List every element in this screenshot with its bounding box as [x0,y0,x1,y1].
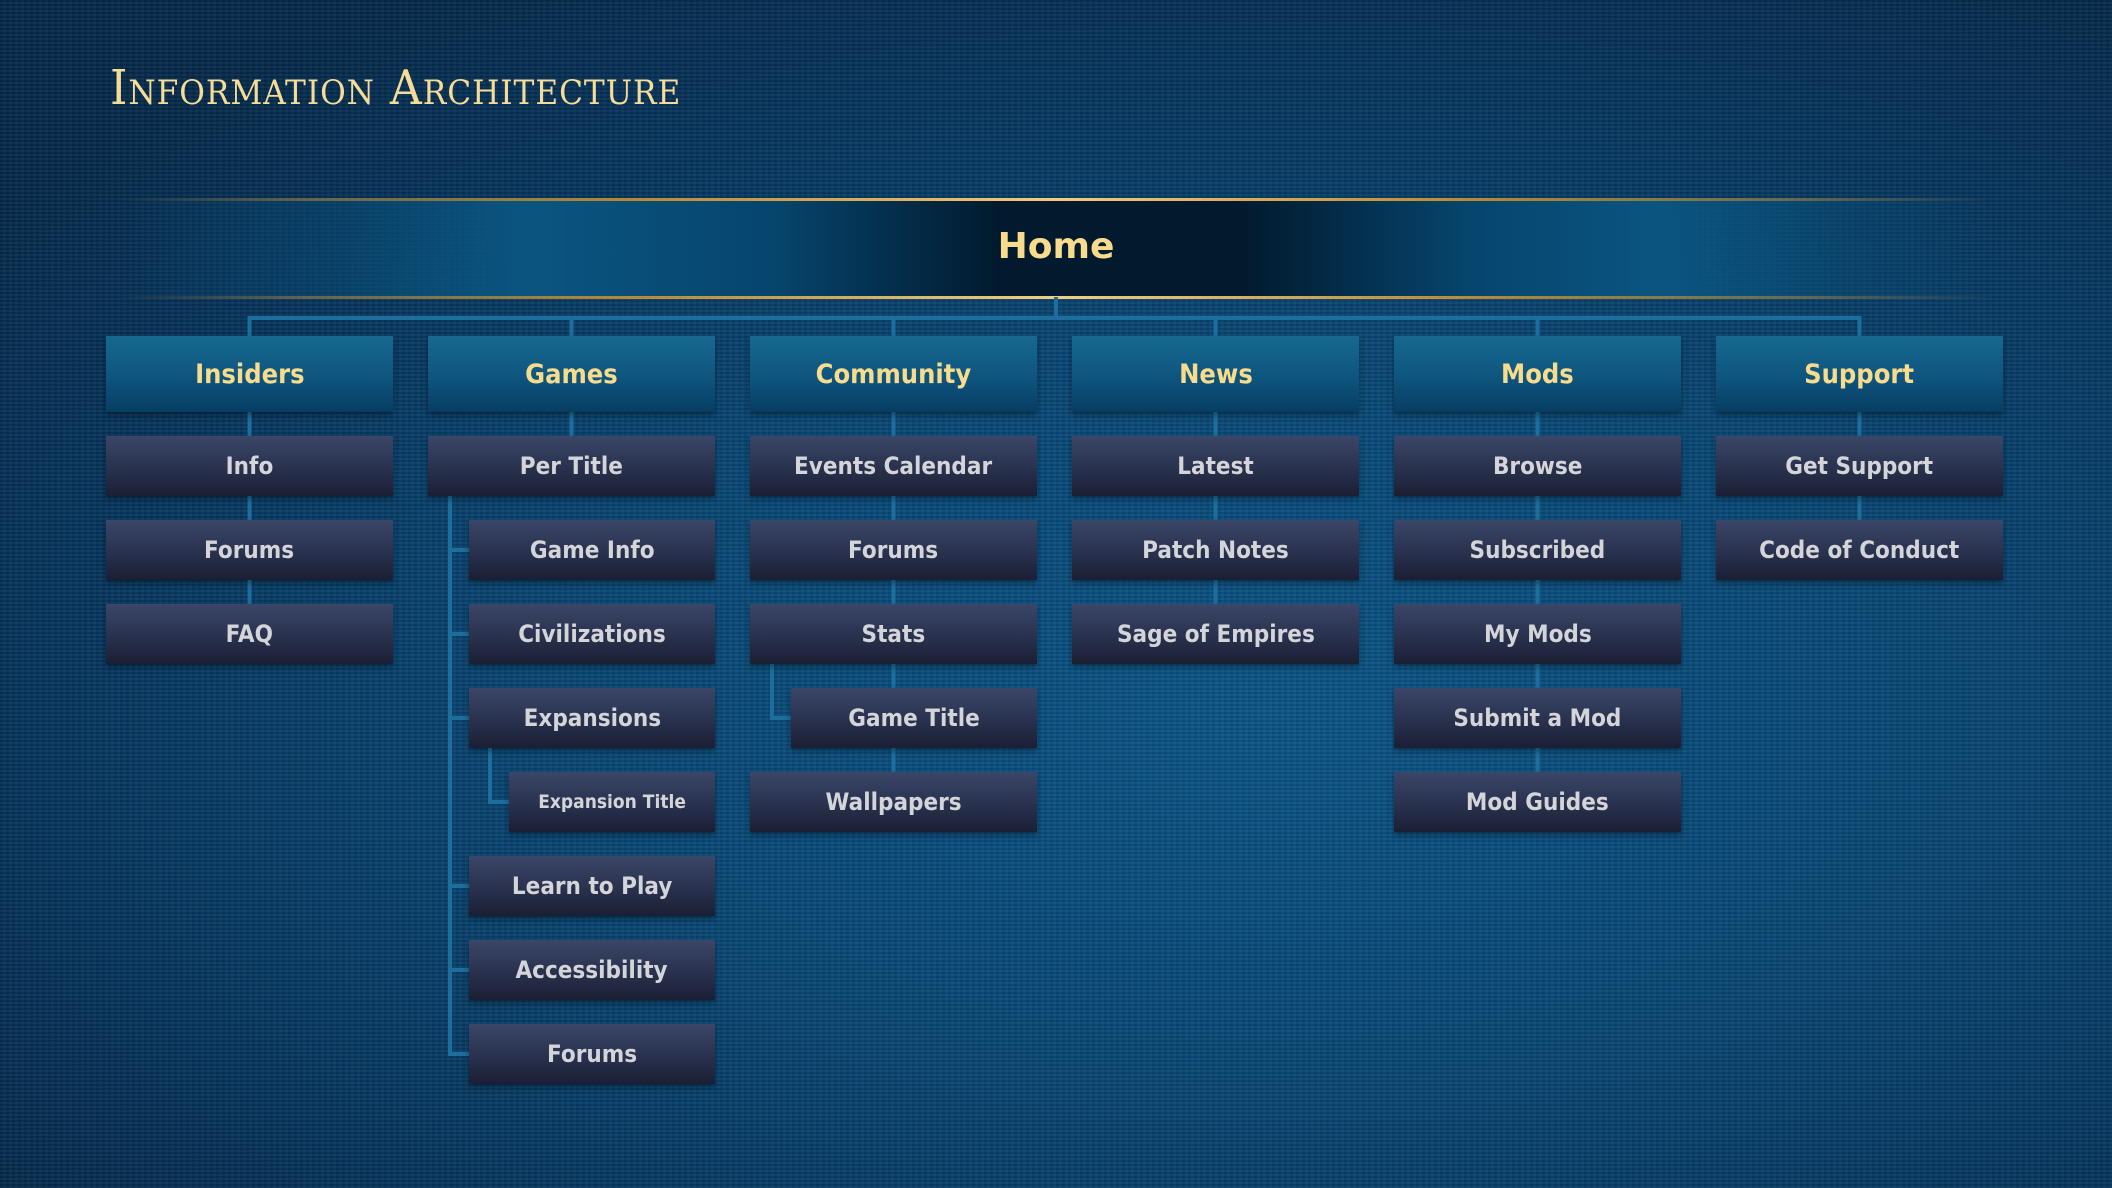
page-node-label: Forums [546,1040,638,1068]
page-node-events-calendar[interactable]: Events Calendar [750,436,1037,496]
page-node-label: Code of Conduct [1759,536,1960,564]
page-node-per-title[interactable]: Per Title [428,436,715,496]
page-node-label: Browse [1492,452,1583,480]
section-mods[interactable]: Mods [1394,336,1681,412]
section-label: Insiders [194,358,305,390]
page-node-label: Submit a Mod [1453,704,1622,732]
page-node-patch-notes[interactable]: Patch Notes [1072,520,1359,580]
page-node-stats[interactable]: Stats [750,604,1037,664]
page-node-label: Info [225,452,274,480]
section-label: Support [1804,358,1915,390]
page-node-label: Get Support [1785,452,1934,480]
page-node-expansions[interactable]: Expansions [469,688,715,748]
section-insiders[interactable]: Insiders [106,336,393,412]
page-node-civilizations[interactable]: Civilizations [469,604,715,664]
section-label: Mods [1501,358,1574,390]
page-node-label: Sage of Empires [1116,620,1315,648]
page-node-forums[interactable]: Forums [106,520,393,580]
home-bar-bottom-rule [115,296,1995,299]
page-node-label: Events Calendar [794,452,993,480]
page-node-submit-a-mod[interactable]: Submit a Mod [1394,688,1681,748]
page-node-wallpapers[interactable]: Wallpapers [750,772,1037,832]
page-node-label: Accessibility [515,956,669,984]
page-title: Information Architecture [110,60,682,116]
home-node[interactable]: Home [0,226,2112,267]
home-bar-top-rule [115,198,1995,201]
section-games[interactable]: Games [428,336,715,412]
page-node-label: Stats [861,620,926,648]
section-community[interactable]: Community [750,336,1037,412]
page-node-label: Wallpapers [825,788,962,816]
page-node-my-mods[interactable]: My Mods [1394,604,1681,664]
page-node-get-support[interactable]: Get Support [1716,436,2003,496]
page-node-label: Per Title [519,452,624,480]
page-node-accessibility[interactable]: Accessibility [469,940,715,1000]
page-node-forums[interactable]: Forums [750,520,1037,580]
page-node-label: Latest [1177,452,1254,480]
page-node-label: Learn to Play [511,872,673,900]
page-node-forums[interactable]: Forums [469,1024,715,1084]
section-news[interactable]: News [1072,336,1359,412]
page-node-game-title[interactable]: Game Title [791,688,1037,748]
section-label: News [1178,358,1253,390]
page-node-mod-guides[interactable]: Mod Guides [1394,772,1681,832]
page-node-browse[interactable]: Browse [1394,436,1681,496]
page-node-label: Forums [848,536,939,564]
page-node-game-info[interactable]: Game Info [469,520,715,580]
page-node-label: Mod Guides [1466,788,1609,816]
page-node-label: Subscribed [1469,536,1606,564]
page-node-latest[interactable]: Latest [1072,436,1359,496]
page-node-label: Expansion Title [538,791,686,813]
page-node-sage-of-empires[interactable]: Sage of Empires [1072,604,1359,664]
section-support[interactable]: Support [1716,336,2003,412]
page-node-subscribed[interactable]: Subscribed [1394,520,1681,580]
section-label: Community [815,358,972,390]
page-node-label: My Mods [1483,620,1592,648]
page-node-label: Civilizations [518,620,666,648]
page-node-label: Expansions [523,704,661,732]
page-node-expansion-title[interactable]: Expansion Title [509,772,715,832]
page-node-faq[interactable]: FAQ [106,604,393,664]
page-node-code-of-conduct[interactable]: Code of Conduct [1716,520,2003,580]
background-texture [0,0,2112,1188]
page-node-label: Forums [204,536,295,564]
page-node-label: FAQ [225,620,274,648]
page-node-label: Game Title [848,704,980,732]
section-label: Games [525,358,618,390]
page-node-label: Game Info [529,536,655,564]
page-node-label: Patch Notes [1142,536,1289,564]
page-node-learn-to-play[interactable]: Learn to Play [469,856,715,916]
tree-connectors [247,297,1862,1056]
page-node-info[interactable]: Info [106,436,393,496]
